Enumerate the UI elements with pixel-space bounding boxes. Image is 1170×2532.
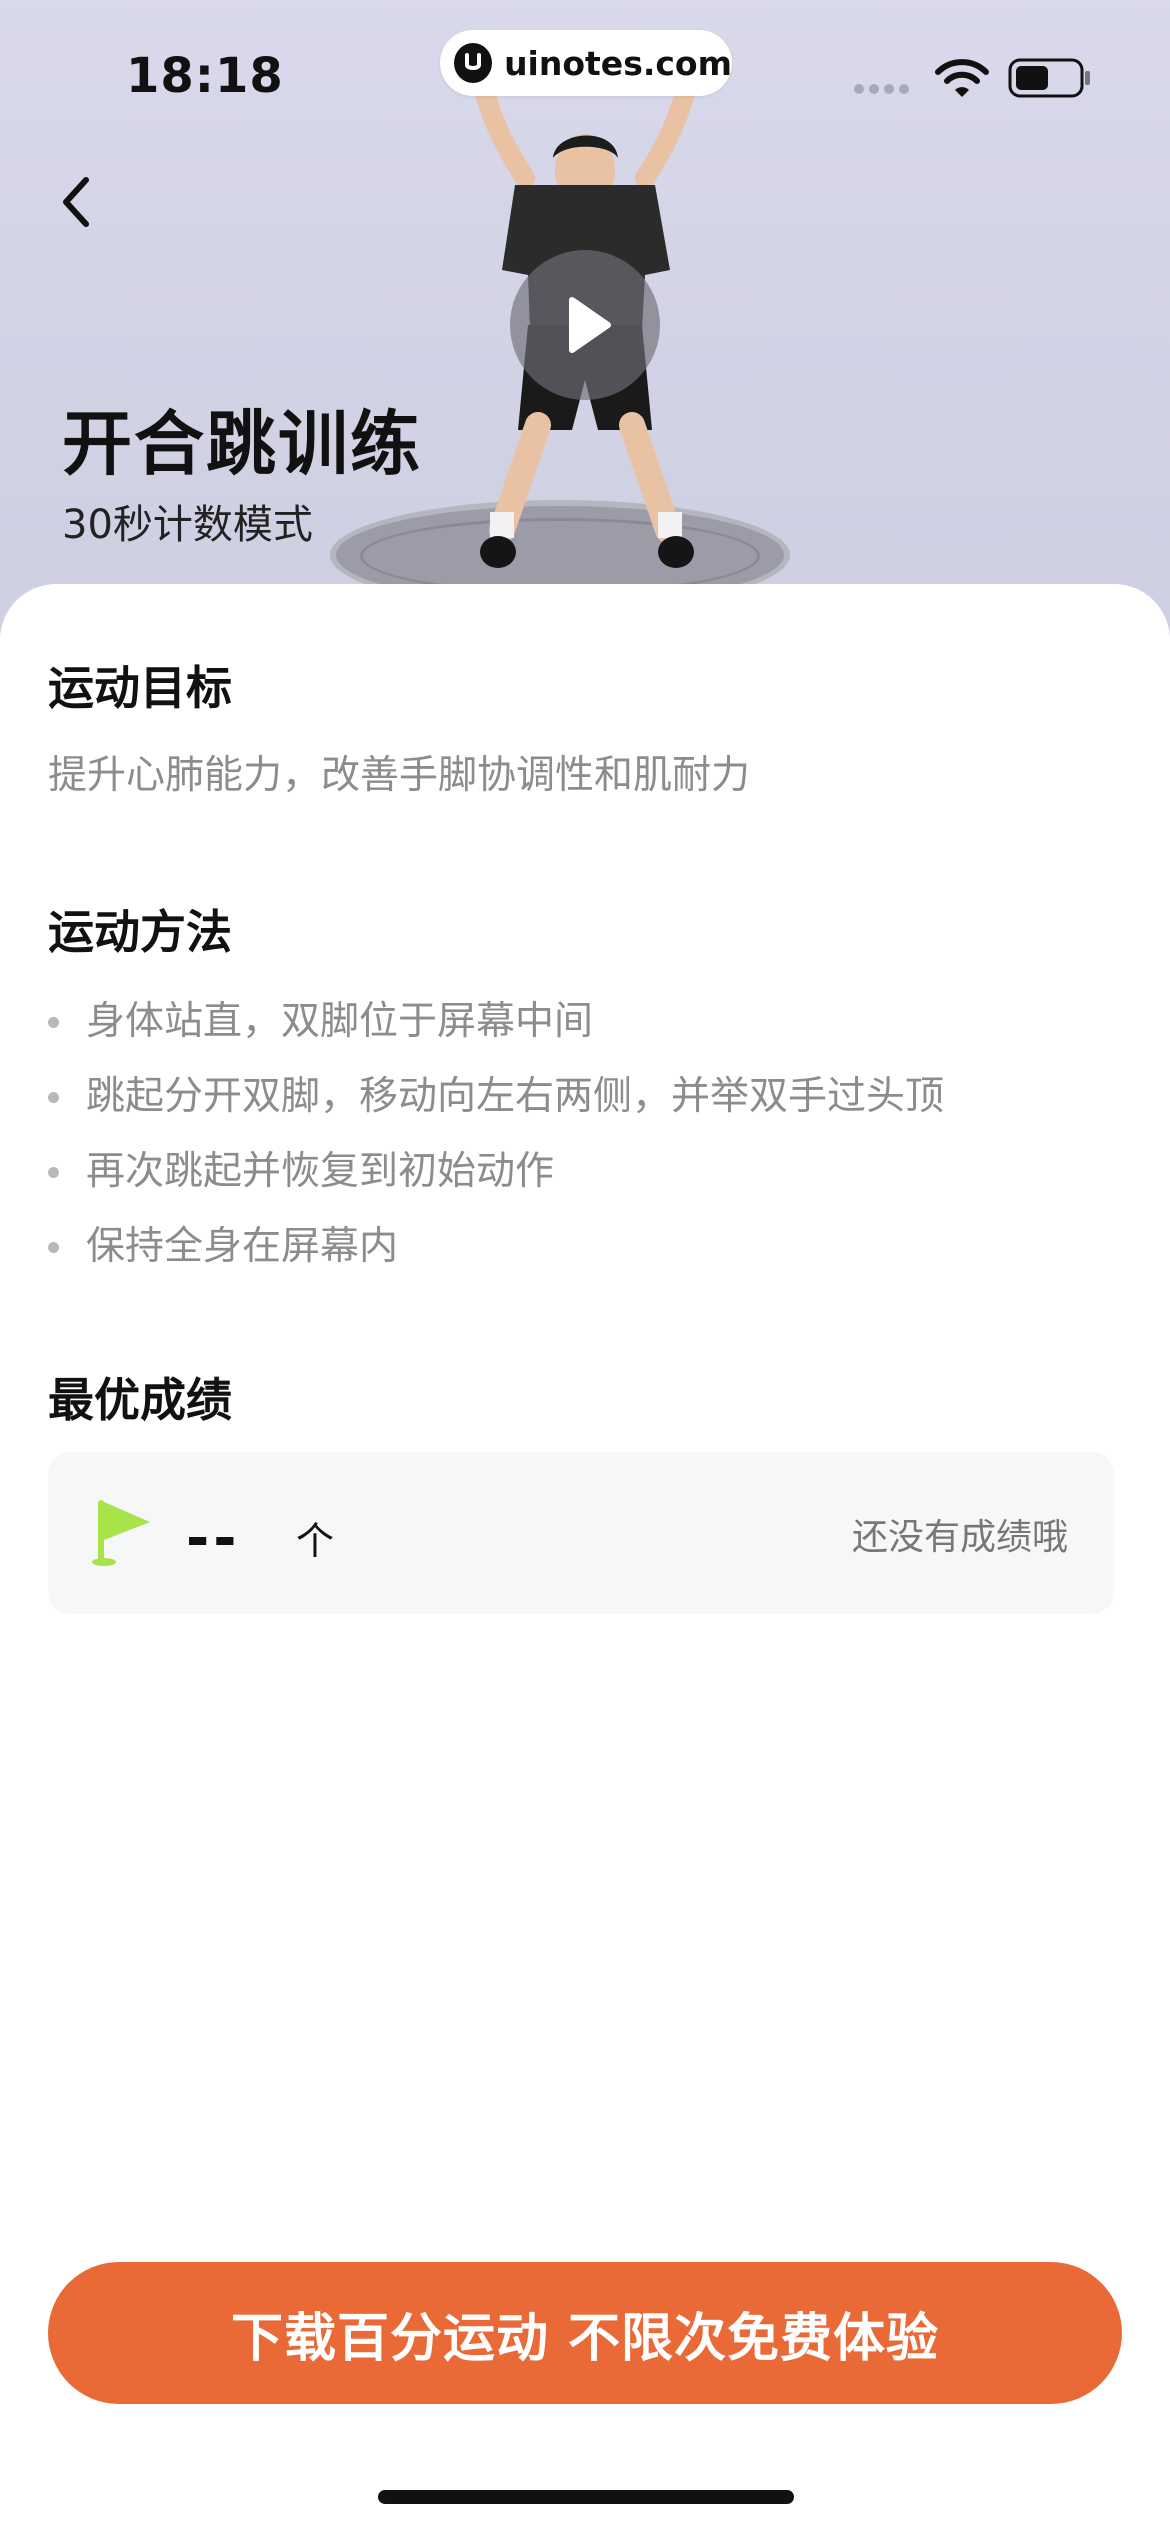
play-icon [569,297,611,353]
battery-icon [1008,58,1090,98]
signal-icon [854,84,909,94]
method-step: 保持全身在屏幕内 [48,1209,944,1284]
method-step: 再次跳起并恢复到初始动作 [48,1134,944,1209]
bullet-dot [48,1167,59,1178]
status-time: 18:18 [126,48,284,104]
best-score-box: -- 个 还没有成绩哦 [48,1452,1114,1614]
download-cta-button[interactable]: 下载百分运动 不限次免费体验 [48,2262,1122,2404]
url-text: uinotes.com [504,43,732,83]
no-score-text: 还没有成绩哦 [851,1517,1068,1558]
play-button[interactable] [510,250,660,400]
best-score-unit: 个 [296,1519,335,1563]
method-step: 身体站直，双脚位于屏幕中间 [48,984,944,1059]
back-button[interactable] [44,170,108,234]
best-score-value: -- [186,1506,241,1571]
uinotes-logo-icon [454,43,493,83]
bullet-dot [48,1242,59,1253]
hero-video[interactable]: 18:18 uinotes.com 开合跳训练 30秒计数模式 [0,0,1170,640]
bullet-dot [48,1092,59,1103]
home-indicator[interactable] [378,2490,794,2504]
goal-text: 提升心肺能力，改善手脚协调性和肌耐力 [48,753,751,798]
method-steps: 身体站直，双脚位于屏幕中间 跳起分开双脚，移动向左右两侧，并举双手过头顶 再次跳… [48,984,944,1284]
exercise-mode: 30秒计数模式 [62,502,313,548]
best-score-title: 最优成绩 [48,1373,232,1427]
wifi-icon [935,59,989,97]
goal-title: 运动目标 [48,661,232,715]
exercise-title: 开合跳训练 [62,403,422,485]
bullet-dot [48,1017,59,1028]
back-icon [63,177,89,227]
method-title: 运动方法 [48,905,232,959]
flag-icon [92,1500,150,1566]
method-step: 跳起分开双脚，移动向左右两侧，并举双手过头顶 [48,1059,944,1134]
screen: 18:18 uinotes.com 开合跳训练 30秒计数模式 运动目标 提升心… [0,0,1170,2532]
detail-card: 运动目标 提升心肺能力，改善手脚协调性和肌耐力 运动方法 身体站直，双脚位于屏幕… [0,584,1170,2532]
url-pill: uinotes.com [440,30,732,96]
